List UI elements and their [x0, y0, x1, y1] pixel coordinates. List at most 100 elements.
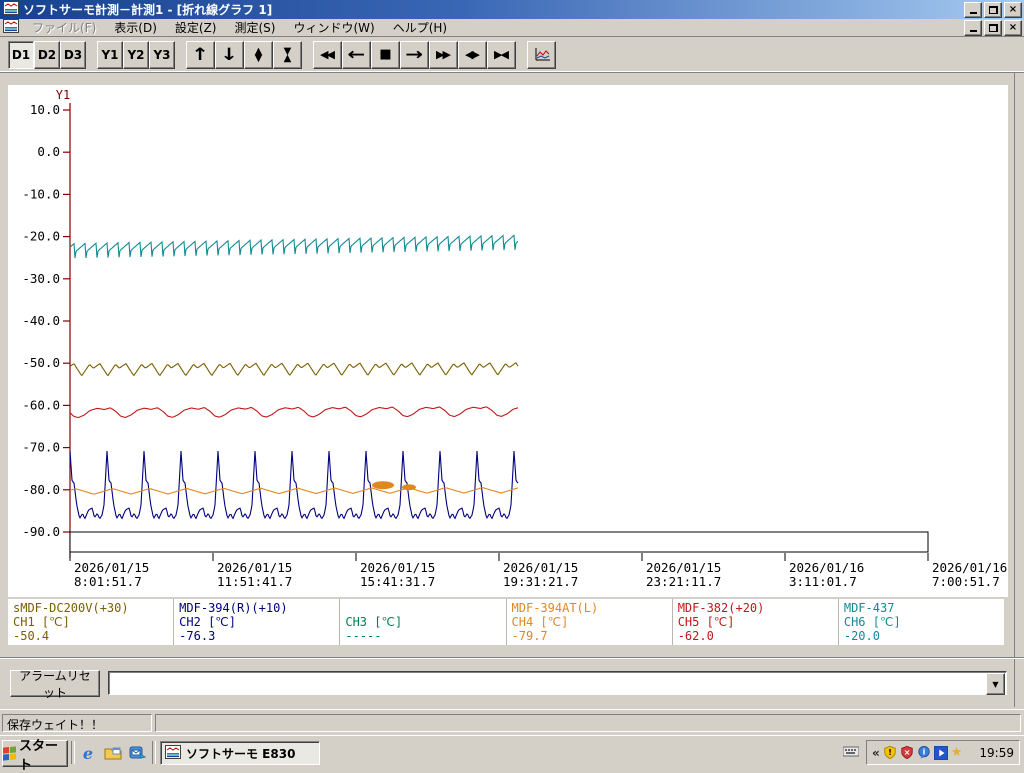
combo-dropdown-button[interactable]: ▼ [986, 673, 1005, 695]
doc-restore-button[interactable] [984, 19, 1002, 36]
channel-value: -50.4 [13, 629, 50, 643]
fast-forward-button[interactable]: ▶▶ [429, 40, 458, 69]
alarm-reset-button[interactable]: アラームリセット [10, 669, 100, 700]
taskbar-item-label: ソフトサーモ E830 [186, 746, 296, 761]
menu-item-4[interactable]: ウィンドウ(W) [284, 18, 383, 37]
status-bar: 保存ウェイト！！ [0, 709, 1024, 735]
channel-name: sMDF-DC200V(+30) [13, 601, 129, 615]
legend-cell-ch4: MDF-394AT(L) CH4 [℃] -79.7 [505, 599, 672, 645]
info-balloon-icon[interactable]: i [917, 745, 931, 760]
graph-settings-button[interactable] [527, 40, 556, 69]
svg-text:3:11:01.7: 3:11:01.7 [789, 574, 857, 589]
taskbar-item-softthermo[interactable]: ソフトサーモ E830 [160, 741, 320, 765]
toolbar-button-y3[interactable]: Y3 [149, 40, 175, 69]
svg-text:-70.0: -70.0 [22, 440, 60, 455]
svg-text:8:01:51.7: 8:01:51.7 [74, 574, 142, 589]
close-icon: × [1008, 3, 1018, 15]
channel-value: -76.3 [179, 629, 216, 643]
divider [0, 72, 1024, 73]
system-tray: « ! × i ★ 19:59 [866, 740, 1020, 765]
alarm-combo-value [109, 672, 985, 694]
security-warning-icon[interactable]: ! [883, 745, 897, 760]
svg-text:2026/01/15: 2026/01/15 [74, 560, 149, 575]
svg-text:-40.0: -40.0 [22, 313, 60, 328]
channel-label: CH4 [℃] [511, 615, 569, 629]
legend-cell-ch1: sMDF-DC200V(+30) CH1 [℃] -50.4 [8, 599, 173, 645]
document-icon[interactable] [3, 19, 19, 36]
svg-text:!: ! [888, 748, 892, 757]
toolbar-button-d3[interactable]: D3 [60, 40, 86, 69]
fast-rewind-button[interactable]: ◀◀ [313, 40, 342, 69]
windows-logo-icon [3, 746, 16, 761]
scroll-down-button[interactable]: ↓ [215, 40, 244, 69]
svg-text:-20.0: -20.0 [22, 229, 60, 244]
expand-horizontal-button[interactable]: ◀▶ [458, 40, 487, 69]
svg-text:10.0: 10.0 [30, 102, 60, 117]
restore-button[interactable] [984, 1, 1002, 18]
media-player-tray-icon[interactable] [933, 745, 948, 760]
compress-horizontal-button[interactable]: ▶◀ [487, 40, 516, 69]
menu-item-1[interactable]: 表示(D) [105, 18, 166, 37]
security-alert-icon[interactable]: × [900, 745, 914, 760]
toolbar-button-y1[interactable]: Y1 [97, 40, 123, 69]
app-icon [3, 1, 19, 18]
menu-bar: ファイル(F) 表示(D) 設定(Z) 測定(S) ウィンドウ(W) ヘルプ(H) × [0, 19, 1024, 37]
start-button[interactable]: スタート [2, 739, 68, 773]
step-left-button[interactable]: ← [342, 40, 371, 69]
toolbar-button-y2[interactable]: Y2 [123, 40, 149, 69]
toolbar-button-d1[interactable]: D1 [8, 40, 34, 69]
outlook-express-icon[interactable] [127, 743, 147, 763]
stop-button[interactable]: ■ [371, 40, 400, 69]
doc-minimize-button[interactable] [964, 19, 982, 36]
step-right-button[interactable]: → [400, 40, 429, 69]
svg-text:0.0: 0.0 [37, 144, 60, 159]
status-secondary-pane [155, 714, 1021, 732]
scroll-up-button[interactable]: ↑ [186, 40, 215, 69]
svg-text:23:21:11.7: 23:21:11.7 [646, 574, 721, 589]
expand-vertical-button[interactable]: ▲ ▼ [244, 40, 273, 69]
toolbar-button-d2[interactable]: D2 [34, 40, 60, 69]
menu-item-5[interactable]: ヘルプ(H) [384, 18, 456, 37]
svg-text:15:41:31.7: 15:41:31.7 [360, 574, 435, 589]
clock[interactable]: 19:59 [979, 746, 1014, 760]
channel-name [345, 601, 501, 615]
window-border [1014, 73, 1015, 707]
channel-label: CH1 [℃] [13, 615, 70, 629]
svg-text:2026/01/15: 2026/01/15 [503, 560, 578, 575]
menu-item-3[interactable]: 測定(S) [225, 18, 284, 37]
svg-text:2026/01/16: 2026/01/16 [932, 560, 1007, 575]
updates-star-icon[interactable]: ★ [951, 745, 963, 760]
channel-legend: sMDF-DC200V(+30) CH1 [℃] -50.4 MDF-394(R)(+… [8, 599, 1004, 645]
compress-vertical-button[interactable]: ▼ ▲ [273, 40, 302, 69]
legend-cell-ch5: MDF-382(+20) CH5 [℃] -62.0 [671, 599, 838, 645]
close-button[interactable]: × [1004, 1, 1022, 18]
keyboard-layout-icon[interactable] [842, 745, 860, 760]
line-graph-icon [535, 47, 550, 60]
alarm-message-combobox[interactable]: ▼ [108, 671, 1007, 695]
start-button-label: スタート [19, 738, 59, 773]
legend-cell-ch6: MDF-437 CH6 [℃] -20.0 [837, 599, 1004, 645]
svg-text:-80.0: -80.0 [22, 482, 60, 497]
minimize-button[interactable] [964, 1, 982, 18]
channel-name: MDF-382(+20) [677, 601, 765, 615]
legend-cell-ch3: CH3 [℃] ----- [339, 599, 505, 645]
svg-text:×: × [903, 748, 910, 757]
channel-value: -62.0 [677, 629, 714, 643]
svg-text:2026/01/15: 2026/01/15 [217, 560, 292, 575]
svg-text:2026/01/15: 2026/01/15 [646, 560, 721, 575]
restore-icon [988, 5, 998, 14]
close-icon: × [1008, 21, 1018, 33]
chart-panel: Y1 10.0 0.0 -10.0 -20.0 -30.0 -40.0 -50.0 -60.0 -… [8, 85, 1008, 597]
taskbar: スタート e ソフトサーモ E830 « ! × i ★ 19:59 [0, 735, 1024, 773]
svg-text:11:51:41.7: 11:51:41.7 [217, 574, 292, 589]
internet-explorer-icon[interactable]: e [78, 743, 98, 763]
doc-close-button[interactable]: × [1004, 19, 1022, 36]
menu-item-2[interactable]: 設定(Z) [166, 18, 226, 37]
menu-item-0: ファイル(F) [32, 21, 97, 35]
channel-value: -20.0 [843, 629, 880, 643]
svg-text:-60.0: -60.0 [22, 397, 60, 412]
svg-text:i: i [922, 747, 925, 756]
collapse-chevron-icon[interactable]: « [872, 746, 880, 760]
show-desktop-icon[interactable] [103, 743, 123, 763]
title-bar: ソフトサーモ計測－計測1 - [折れ線グラフ 1] × [0, 0, 1024, 19]
